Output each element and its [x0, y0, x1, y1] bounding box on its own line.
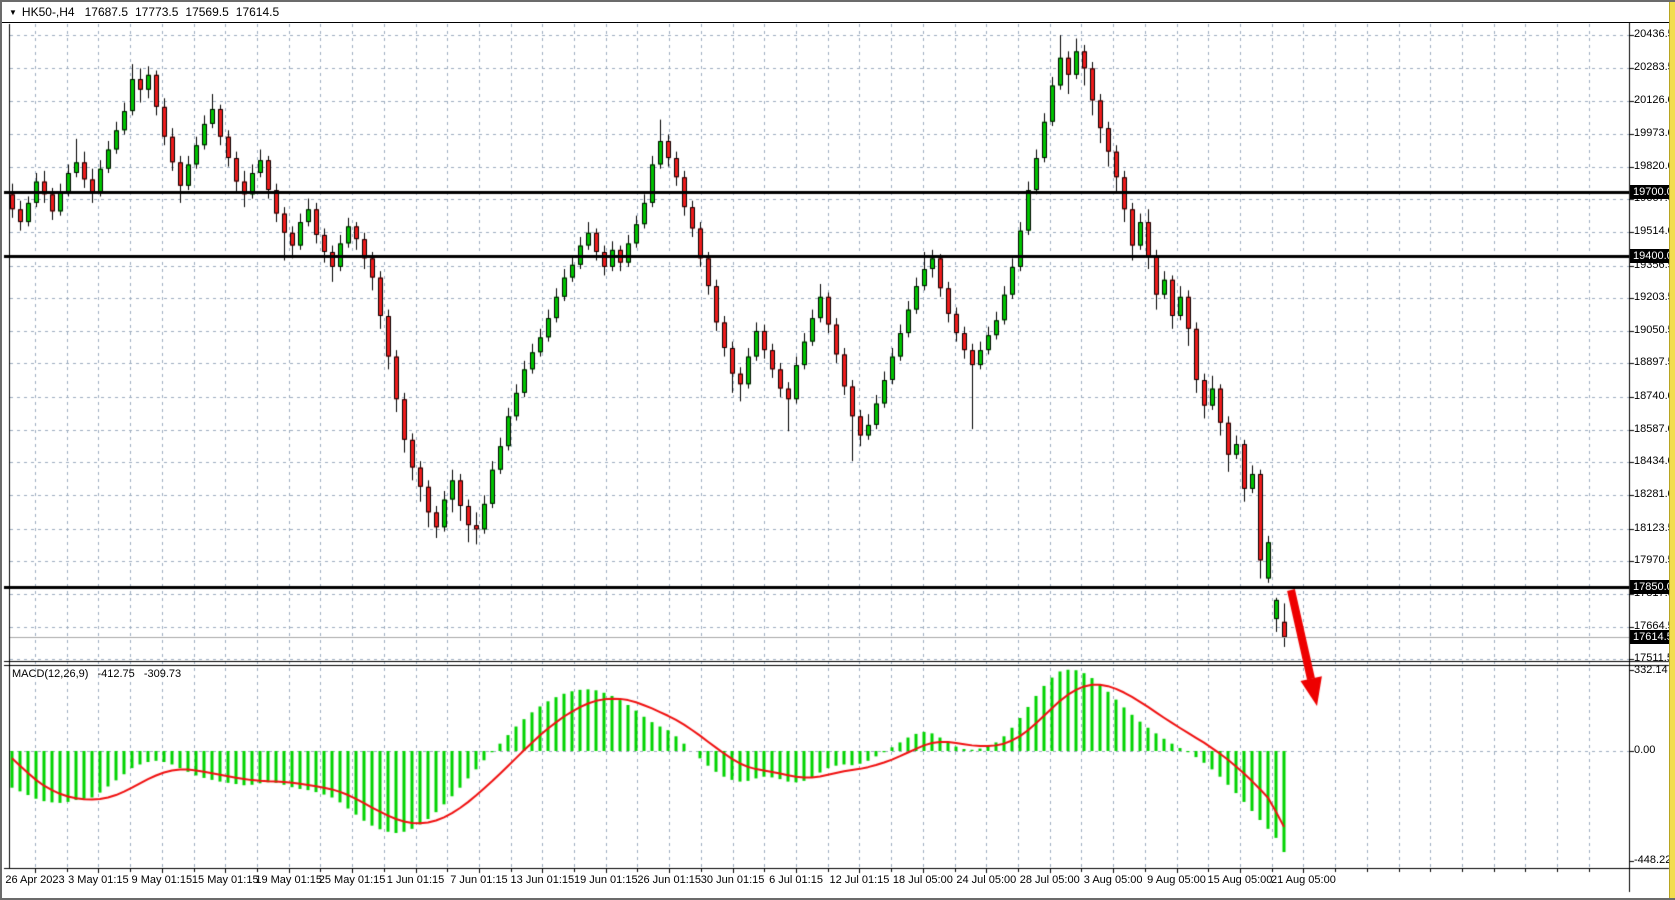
price-axis[interactable]	[1629, 23, 1669, 868]
time-tick-label: 6 Jul 01:15	[769, 874, 823, 886]
price-tick-label: 18123.5	[1634, 522, 1674, 534]
price-tick-label: 19514.0	[1634, 225, 1674, 237]
time-tick-label: 9 May 01:15	[132, 874, 193, 886]
symbol-period-label: HK50-,H4	[22, 5, 75, 19]
price-tick-label: 18434.0	[1634, 455, 1674, 467]
time-tick-label: 15 May 01:15	[192, 874, 259, 886]
macd-signal-value: -309.73	[144, 668, 181, 680]
chart-header: ▼ HK50-,H4 17687.5 17773.5 17569.5 17614…	[2, 2, 1669, 23]
time-tick-label: 3 Aug 05:00	[1084, 874, 1143, 886]
price-tick-label: 18281.0	[1634, 488, 1674, 500]
time-tick-label: 3 May 01:15	[68, 874, 129, 886]
time-tick-label: 28 Jul 05:00	[1020, 874, 1080, 886]
time-tick-label: 26 Apr 2023	[5, 874, 64, 886]
ohlc-close: 17614.5	[236, 5, 279, 19]
price-tick-label: 18587.0	[1634, 423, 1674, 435]
time-tick-label: 7 Jun 01:15	[450, 874, 508, 886]
time-tick-label: 19 Jun 01:15	[574, 874, 638, 886]
time-tick-label: 18 Jul 05:00	[893, 874, 953, 886]
time-tick-label: 9 Aug 05:00	[1147, 874, 1206, 886]
price-chart-canvas[interactable]	[2, 2, 1675, 900]
macd-main-value: -412.75	[97, 668, 134, 680]
price-tick-label: 17970.5	[1634, 554, 1674, 566]
time-tick-label: 15 Aug 05:00	[1208, 874, 1273, 886]
macd-axis-label: -448.22	[1634, 854, 1671, 866]
time-tick-label: 12 Jul 01:15	[829, 874, 889, 886]
price-tick-label: 20436.5	[1634, 28, 1674, 40]
ohlc-open: 17687.5	[85, 5, 128, 19]
time-tick-label: 21 Aug 05:00	[1271, 874, 1336, 886]
macd-indicator-label: MACD(12,26,9) -412.75 -309.73	[12, 668, 187, 680]
macd-axis-label: 0.00	[1634, 744, 1655, 756]
price-tick-label: 19050.5	[1634, 324, 1674, 336]
time-tick-label: 24 Jul 05:00	[956, 874, 1016, 886]
price-tick-label: 17511.5	[1634, 652, 1673, 664]
time-tick-label: 30 Jun 01:15	[701, 874, 765, 886]
price-tick-label: 19973.0	[1634, 127, 1674, 139]
time-tick-label: 25 May 01:15	[319, 874, 386, 886]
price-tick-label: 20283.5	[1634, 61, 1674, 73]
macd-name: MACD(12,26,9)	[12, 668, 88, 680]
window-edge-strip	[1669, 2, 1675, 900]
symbol-dropdown-icon[interactable]: ▼	[9, 8, 17, 17]
time-tick-label: 13 Jun 01:15	[511, 874, 575, 886]
time-tick-label: 26 Jun 01:15	[637, 874, 701, 886]
price-tick-label: 20126.0	[1634, 94, 1674, 106]
price-tick-label: 18897.5	[1634, 356, 1674, 368]
chart-window: ▼ HK50-,H4 17687.5 17773.5 17569.5 17614…	[0, 0, 1675, 900]
price-tick-label: 19820.0	[1634, 160, 1674, 172]
ohlc-low: 17569.5	[185, 5, 228, 19]
price-tick-label: 18740.0	[1634, 390, 1674, 402]
time-tick-label: 19 May 01:15	[255, 874, 322, 886]
macd-axis-label: 332.14	[1634, 664, 1668, 676]
ohlc-high: 17773.5	[135, 5, 178, 19]
price-tick-label: 19203.5	[1634, 291, 1674, 303]
time-tick-label: 1 Jun 01:15	[387, 874, 445, 886]
